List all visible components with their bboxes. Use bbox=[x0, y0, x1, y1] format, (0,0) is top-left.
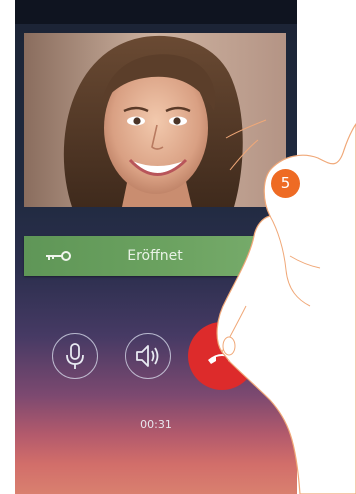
speaker-icon bbox=[135, 344, 158, 367]
step-number-badge: 5 bbox=[271, 169, 300, 198]
caller-video-image bbox=[24, 33, 286, 207]
hang-up-icon bbox=[208, 354, 236, 364]
microphone-icon bbox=[65, 342, 84, 369]
screenshot-stage: Eröffnet 00:31 5 bbox=[0, 0, 356, 494]
end-call-button[interactable] bbox=[188, 322, 256, 390]
video-feed bbox=[24, 33, 286, 207]
call-timer: 00:31 bbox=[140, 418, 172, 431]
door-open-button[interactable]: Eröffnet bbox=[24, 236, 286, 276]
speaker-button[interactable] bbox=[125, 333, 171, 379]
microphone-button[interactable] bbox=[52, 333, 98, 379]
door-status-label: Eröffnet bbox=[127, 248, 183, 264]
status-bar bbox=[15, 0, 297, 24]
intercom-call-screen: Eröffnet 00:31 bbox=[15, 0, 297, 494]
